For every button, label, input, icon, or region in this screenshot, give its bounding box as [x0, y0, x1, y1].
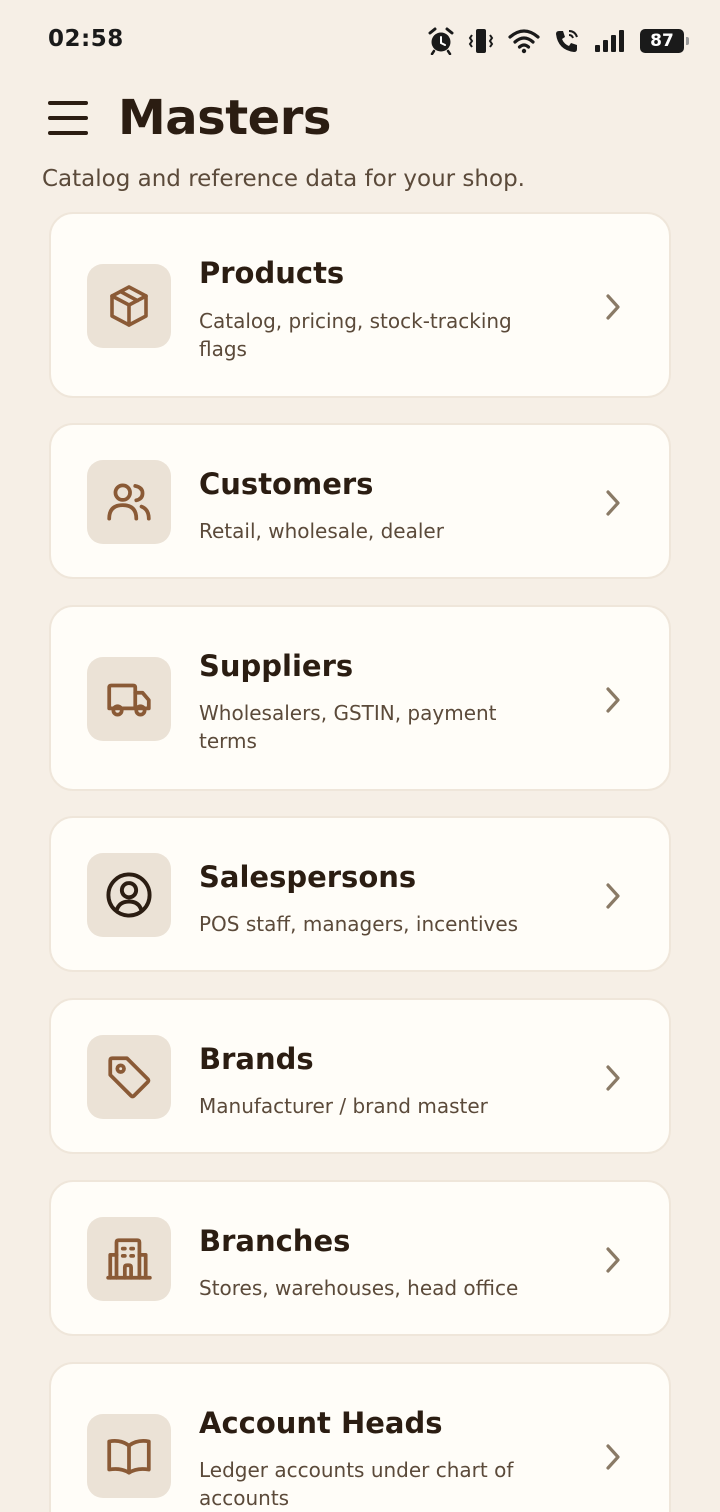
brands-card[interactable]: Brands Manufacturer / brand master — [49, 998, 671, 1154]
hamburger-menu-icon[interactable] — [48, 97, 90, 139]
customers-title: Customers — [199, 467, 374, 501]
user-circle-icon — [87, 853, 171, 937]
products-title: Products — [199, 256, 345, 290]
branches-subtitle: Stores, warehouses, head office — [199, 1276, 519, 1300]
alarm-icon — [428, 27, 454, 55]
chevron-right-icon — [606, 1065, 620, 1091]
status-bar: 02:58 87 — [0, 0, 720, 80]
branches-card[interactable]: Branches Stores, warehouses, head office — [49, 1180, 671, 1336]
customers-card[interactable]: Customers Retail, wholesale, dealer — [49, 423, 671, 579]
chevron-right-icon — [606, 294, 620, 320]
branches-title: Branches — [199, 1224, 351, 1258]
account-heads-subtitle: Ledger accounts under chart of accounts — [199, 1458, 514, 1510]
book-icon — [87, 1414, 171, 1498]
vibrate-icon — [468, 27, 494, 55]
page-title: Masters — [118, 90, 331, 146]
salespersons-title: Salespersons — [199, 860, 417, 894]
wifi-icon — [508, 28, 540, 54]
suppliers-card[interactable]: Suppliers Wholesalers, GSTIN, payment te… — [49, 605, 671, 791]
suppliers-subtitle: Wholesalers, GSTIN, payment terms — [199, 701, 497, 753]
salespersons-card[interactable]: Salespersons POS staff, managers, incent… — [49, 816, 671, 972]
signal-icon — [594, 29, 626, 53]
chevron-right-icon — [606, 687, 620, 713]
salespersons-subtitle: POS staff, managers, incentives — [199, 912, 519, 936]
box-icon — [87, 264, 171, 348]
chevron-right-icon — [606, 490, 620, 516]
account-heads-title: Account Heads — [199, 1406, 443, 1440]
wifi-call-icon — [554, 28, 580, 54]
chevron-right-icon — [606, 1247, 620, 1273]
masters-screen: 02:58 87 Masters Catalog and reference d… — [0, 0, 720, 1512]
users-icon — [87, 460, 171, 544]
customers-subtitle: Retail, wholesale, dealer — [199, 519, 444, 543]
page-subtitle: Catalog and reference data for your shop… — [42, 166, 525, 192]
account-heads-card[interactable]: Account Heads Ledger accounts under char… — [49, 1362, 671, 1512]
brands-title: Brands — [199, 1042, 314, 1076]
app-header: Masters — [48, 88, 331, 148]
battery-icon: 87 — [640, 29, 689, 53]
status-time: 02:58 — [48, 26, 124, 52]
status-icons: 87 — [428, 26, 689, 56]
brands-subtitle: Manufacturer / brand master — [199, 1094, 488, 1118]
products-subtitle: Catalog, pricing, stock-tracking flags — [199, 309, 512, 361]
tag-icon — [87, 1035, 171, 1119]
chevron-right-icon — [606, 1444, 620, 1470]
building-icon — [87, 1217, 171, 1301]
truck-icon — [87, 657, 171, 741]
products-card[interactable]: Products Catalog, pricing, stock-trackin… — [49, 212, 671, 398]
suppliers-title: Suppliers — [199, 649, 354, 683]
battery-level: 87 — [650, 31, 674, 51]
chevron-right-icon — [606, 883, 620, 909]
